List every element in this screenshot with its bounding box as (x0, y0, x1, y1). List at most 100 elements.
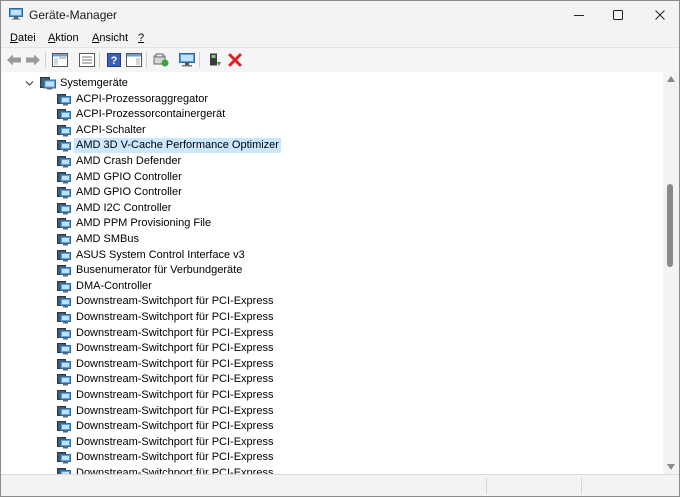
scroll-up-icon[interactable] (667, 76, 675, 82)
device-label: Downstream-Switchport für PCI-Express (76, 436, 274, 448)
toolbar: ? (1, 47, 679, 73)
menu-aktion[interactable]: Aktion (48, 32, 79, 44)
system-device-icon (57, 343, 71, 355)
tree-device-row[interactable]: AMD SMBus (1, 232, 663, 247)
tree-device-row[interactable]: Busenumerator für Verbundgeräte (1, 263, 663, 278)
status-pane (486, 478, 582, 494)
device-label: Downstream-Switchport für PCI-Express (76, 467, 274, 474)
system-device-icon (57, 296, 71, 308)
tree-device-row[interactable]: Downstream-Switchport für PCI-Express (1, 388, 663, 403)
back-arrow-icon (7, 54, 21, 66)
device-label: DMA-Controller (76, 280, 152, 292)
system-devices-category-icon (40, 77, 56, 90)
window-title: Geräte-Manager (29, 8, 118, 22)
uninstall-device-button[interactable] (226, 51, 244, 69)
scrollbar-thumb[interactable] (667, 184, 673, 267)
tree-device-row[interactable]: Downstream-Switchport für PCI-Express (1, 466, 663, 474)
device-label: AMD 3D V-Cache Performance Optimizer (74, 138, 281, 153)
system-device-icon (57, 125, 71, 137)
action-pane-icon (126, 53, 142, 67)
properties-icon (79, 53, 95, 67)
update-driver-button[interactable] (152, 51, 170, 69)
tree-device-row[interactable]: Downstream-Switchport für PCI-Express (1, 310, 663, 325)
device-tree[interactable]: Systemgeräte ACPI-Prozessoraggregator ACP… (1, 72, 663, 474)
system-device-icon (57, 281, 71, 293)
system-device-icon (57, 421, 71, 433)
scroll-down-icon[interactable] (667, 464, 675, 470)
back-button[interactable] (5, 51, 23, 69)
close-window-button[interactable] (637, 1, 679, 29)
tree-device-row[interactable]: AMD I2C Controller (1, 201, 663, 216)
tree-device-row[interactable]: AMD GPIO Controller (1, 170, 663, 185)
device-label: Downstream-Switchport für PCI-Express (76, 342, 274, 354)
system-device-icon (57, 94, 71, 106)
properties-button[interactable] (78, 51, 96, 69)
maximize-button[interactable] (595, 1, 641, 29)
tree-device-row[interactable]: ACPI-Prozessoraggregator (1, 92, 663, 107)
system-device-icon (57, 218, 71, 230)
tree-device-row[interactable]: Downstream-Switchport für PCI-Express (1, 372, 663, 387)
show-hide-console-tree-button[interactable] (51, 51, 69, 69)
close-icon (655, 10, 665, 20)
tree-device-row[interactable]: ASUS System Control Interface v3 (1, 248, 663, 263)
help-button[interactable]: ? (105, 51, 123, 69)
tree-device-row[interactable]: Downstream-Switchport für PCI-Express (1, 404, 663, 419)
device-label: Downstream-Switchport für PCI-Express (76, 311, 274, 323)
tree-device-row[interactable]: Downstream-Switchport für PCI-Express (1, 294, 663, 309)
minimize-icon (574, 15, 584, 16)
device-label: Busenumerator für Verbundgeräte (76, 264, 243, 276)
maximize-icon (613, 10, 623, 20)
scan-hardware-button[interactable] (178, 51, 196, 69)
tree-device-row[interactable]: ACPI-Schalter (1, 123, 663, 138)
menu-datei[interactable]: Datei (10, 32, 36, 44)
tree-device-row[interactable]: AMD Crash Defender (1, 154, 663, 169)
system-device-icon (57, 437, 71, 449)
forward-arrow-icon (26, 54, 40, 66)
system-device-icon (57, 312, 71, 324)
menu-ansicht[interactable]: Ansicht (92, 32, 128, 44)
tree-device-row[interactable]: AMD PPM Provisioning File (1, 216, 663, 231)
forward-button[interactable] (24, 51, 42, 69)
tree-device-row[interactable]: Downstream-Switchport für PCI-Express (1, 419, 663, 434)
device-label: Downstream-Switchport für PCI-Express (76, 373, 274, 385)
system-device-icon (57, 406, 71, 418)
device-label: Downstream-Switchport für PCI-Express (76, 327, 274, 339)
tree-device-row[interactable]: AMD GPIO Controller (1, 185, 663, 200)
category-label: Systemgeräte (60, 77, 128, 89)
enable-device-icon (210, 53, 221, 66)
system-device-icon (57, 203, 71, 215)
device-label: AMD GPIO Controller (76, 171, 182, 183)
tree-device-row[interactable]: Downstream-Switchport für PCI-Express (1, 326, 663, 341)
uninstall-device-icon (228, 53, 242, 67)
tree-device-row[interactable]: Downstream-Switchport für PCI-Express (1, 341, 663, 356)
device-label: ACPI-Schalter (76, 124, 146, 136)
svg-text:?: ? (111, 55, 118, 67)
tree-device-row[interactable]: Downstream-Switchport für PCI-Express (1, 450, 663, 465)
device-label: Downstream-Switchport für PCI-Express (76, 389, 274, 401)
system-device-icon (57, 156, 71, 168)
system-device-icon (57, 390, 71, 402)
device-manager-icon (9, 8, 23, 20)
title-bar[interactable]: Geräte-Manager (1, 1, 679, 29)
tree-category-systemgeraete[interactable]: Systemgeräte (1, 76, 663, 91)
toolbar-separator (45, 52, 46, 68)
tree-device-row[interactable]: ACPI-Prozessorcontainergerät (1, 107, 663, 122)
tree-device-row[interactable]: Downstream-Switchport für PCI-Express (1, 357, 663, 372)
tree-device-row[interactable]: Downstream-Switchport für PCI-Express (1, 435, 663, 450)
device-label: Downstream-Switchport für PCI-Express (76, 451, 274, 463)
chevron-down-icon[interactable] (25, 79, 34, 88)
vertical-scrollbar[interactable] (663, 72, 679, 474)
device-label: AMD GPIO Controller (76, 186, 182, 198)
toolbar-separator (99, 52, 100, 68)
enable-device-button[interactable] (206, 51, 224, 69)
device-label: AMD Crash Defender (76, 155, 182, 167)
system-device-icon (57, 265, 71, 277)
update-driver-icon (153, 53, 169, 67)
tree-device-row[interactable]: AMD 3D V-Cache Performance Optimizer (1, 138, 663, 153)
tree-device-row[interactable]: DMA-Controller (1, 279, 663, 294)
menu-help[interactable]: ? (138, 32, 144, 44)
action-pane-button[interactable] (125, 51, 143, 69)
device-label: AMD PPM Provisioning File (76, 217, 212, 229)
menu-bar: Datei Aktion Ansicht ? (1, 29, 679, 47)
toolbar-separator (146, 52, 147, 68)
